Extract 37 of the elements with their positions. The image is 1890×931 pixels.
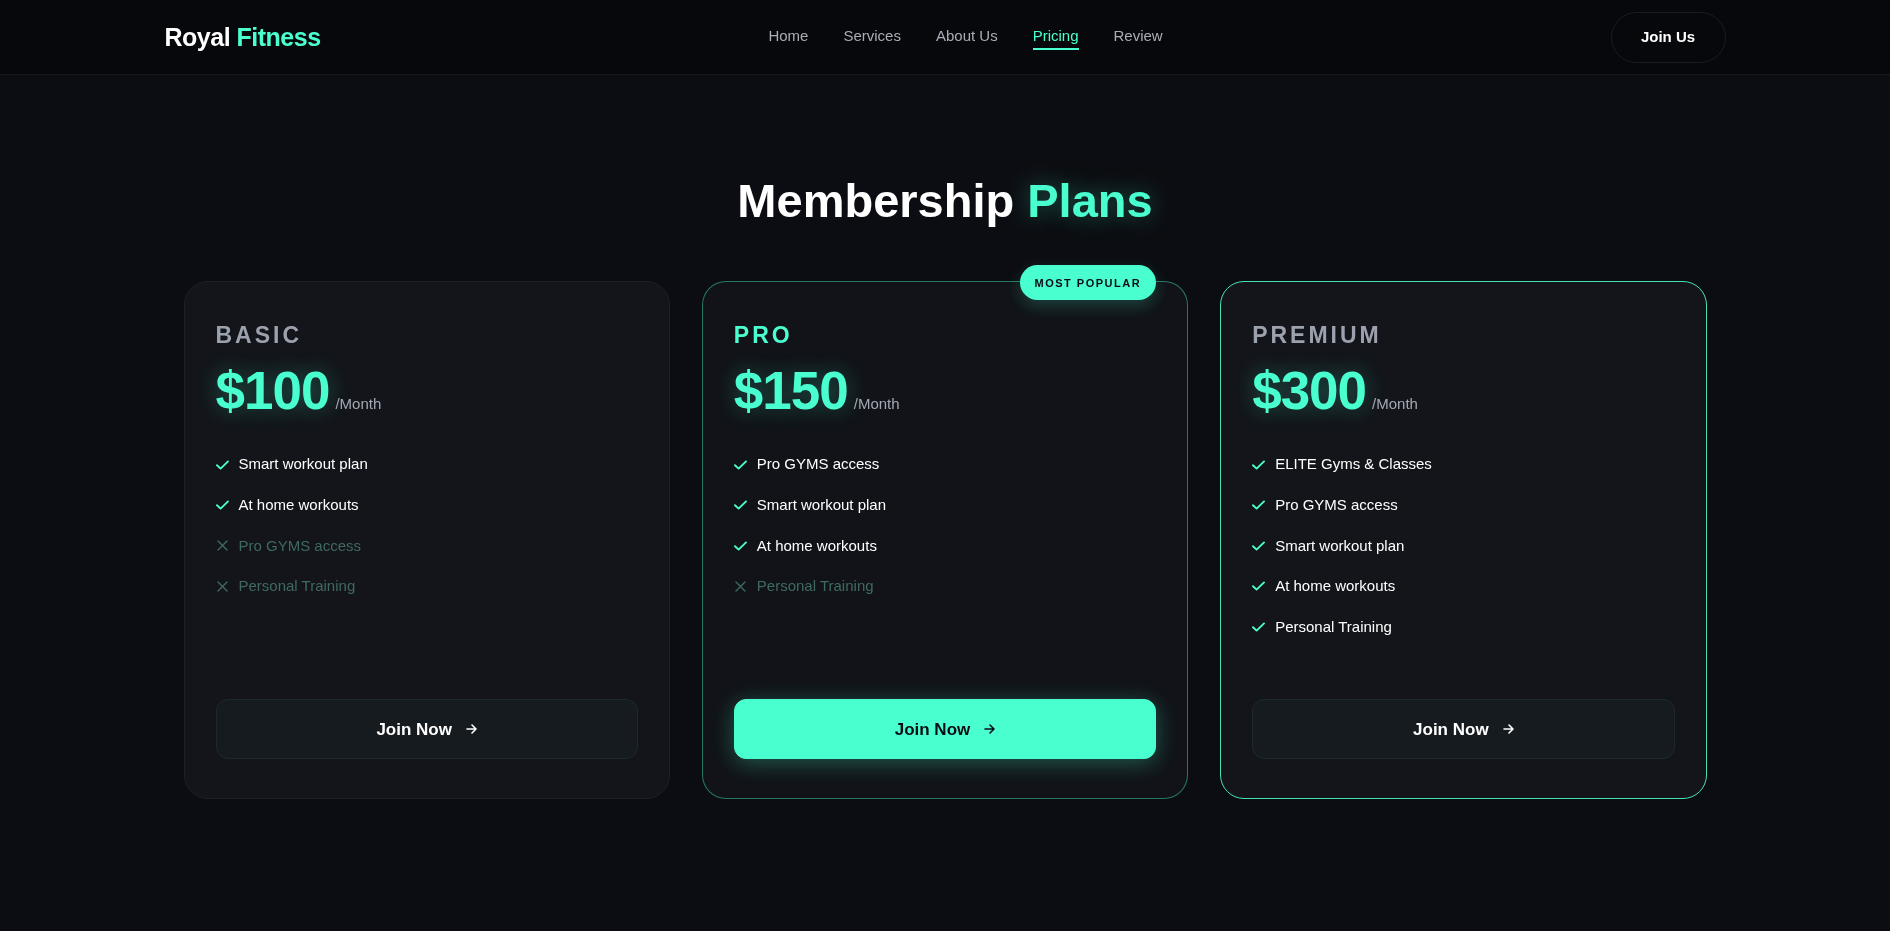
- popular-badge: MOST POPULAR: [1019, 265, 1157, 301]
- nav-link[interactable]: Review: [1113, 24, 1163, 50]
- price-period: /Month: [853, 394, 900, 414]
- plan-price: $150: [733, 362, 848, 421]
- feature-text: Pro GYMS access: [1275, 494, 1398, 515]
- feature-text: Personal Training: [1275, 616, 1392, 637]
- arrow-right-icon: [1502, 724, 1514, 735]
- nav-link[interactable]: Services: [843, 24, 901, 50]
- feature-text: Personal Training: [756, 576, 874, 597]
- nav-link[interactable]: Home: [768, 24, 809, 50]
- arrow-right-icon: [465, 724, 477, 735]
- feature-text: At home workouts: [756, 535, 877, 556]
- feature-text: Personal Training: [238, 576, 356, 597]
- nav-link[interactable]: About Us: [935, 24, 998, 50]
- feature-text: Smart workout plan: [1275, 535, 1405, 556]
- join-us-button[interactable]: Join Us: [1610, 11, 1726, 63]
- price-period: /Month: [335, 394, 382, 414]
- feature-text: Smart workout plan: [756, 494, 887, 515]
- plan-name: PREMIUM: [1252, 322, 1383, 350]
- join-now-button[interactable]: Join Now: [733, 699, 1157, 760]
- feature-text: Pro GYMS access: [238, 535, 362, 556]
- join-now-button[interactable]: Join Now: [215, 699, 638, 760]
- plan-price: $100: [215, 362, 330, 421]
- arrow-right-icon: [984, 724, 996, 735]
- nav-link[interactable]: Pricing: [1032, 24, 1079, 50]
- feature-text: ELITE Gyms & Classes: [1275, 454, 1432, 475]
- logo-text[interactable]: Royal Fitness: [164, 22, 321, 52]
- section-heading: Membership Plans: [736, 173, 1154, 229]
- price-period: /Month: [1372, 394, 1418, 414]
- feature-text: Pro GYMS access: [756, 454, 880, 475]
- plan-name: PRO: [733, 322, 794, 350]
- plan-price: $300: [1252, 362, 1367, 421]
- plan-name: BASIC: [215, 322, 304, 350]
- feature-text: Smart workout plan: [238, 454, 368, 475]
- feature-text: At home workouts: [238, 494, 359, 515]
- feature-text: At home workouts: [1275, 576, 1396, 597]
- join-now-button[interactable]: Join Now: [1252, 699, 1675, 760]
